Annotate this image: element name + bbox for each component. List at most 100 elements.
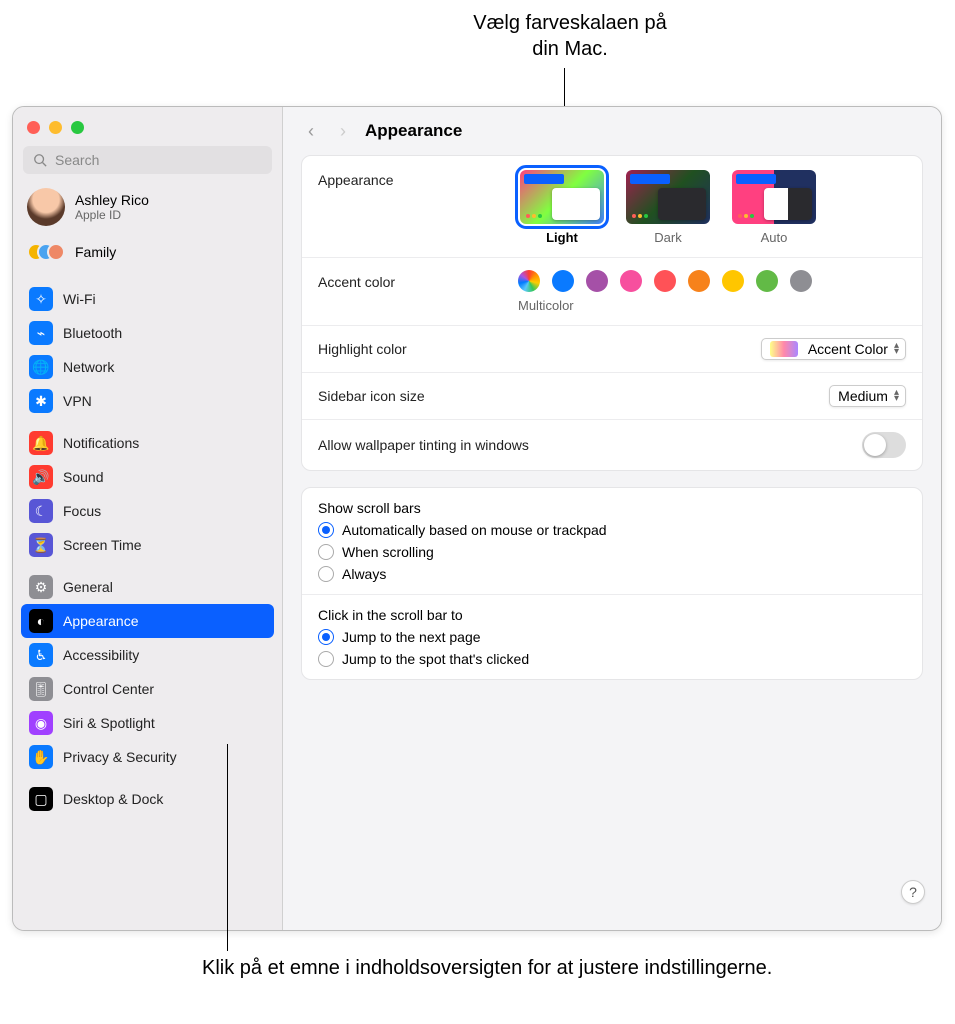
avatar	[27, 188, 65, 226]
sidebar-item-label: General	[63, 579, 113, 595]
radio-option[interactable]: Jump to the next page	[318, 629, 906, 645]
sidebar-item-sound[interactable]: 🔊 Sound	[21, 460, 274, 494]
accent-color-8e8e93[interactable]	[790, 270, 812, 292]
sidebar-size-popup[interactable]: Medium ▴▾	[829, 385, 906, 407]
radio-button	[318, 629, 334, 645]
sidebar-item-label: Appearance	[63, 613, 139, 629]
sidebar-item-appearance[interactable]: ◐Appearance	[21, 604, 274, 638]
sidebar-item-label: VPN	[63, 393, 92, 409]
accent-color-ff5257[interactable]	[654, 270, 676, 292]
radio-option[interactable]: When scrolling	[318, 544, 906, 560]
radio-option[interactable]: Always	[318, 566, 906, 582]
highlight-swatch	[770, 341, 798, 357]
appearance-option-auto[interactable]: Auto	[730, 168, 818, 245]
main-pane: ‹ › Appearance Appearance LightDarkAuto …	[283, 107, 941, 930]
sidebar-icon: ⌁	[29, 321, 53, 345]
header: ‹ › Appearance	[283, 107, 941, 155]
appearance-thumb	[624, 168, 712, 226]
chevron-updown-icon: ▴▾	[894, 390, 899, 402]
radio-button	[318, 651, 334, 667]
search-input[interactable]: Search	[23, 146, 272, 174]
sidebar-icon: 🔊	[29, 465, 53, 489]
accent-selected-label: Multicolor	[518, 298, 906, 313]
settings-window: Search Ashley Rico Apple ID Family ✧ Wi-F…	[12, 106, 942, 931]
callout-top-text: Vælg farveskalaen på din Mac.	[470, 10, 670, 62]
maximize-button[interactable]	[71, 121, 84, 134]
sidebar-item-label: Sound	[63, 469, 103, 485]
sidebar-item-notifications[interactable]: 🔔Notifications	[21, 426, 274, 460]
search-icon	[33, 153, 47, 167]
sidebar-item-label: Wi-Fi	[63, 291, 96, 307]
accent-color-ffc600[interactable]	[722, 270, 744, 292]
sidebar-item-vpn[interactable]: ✱VPN	[21, 384, 274, 418]
sidebar-item-siri-spotlight[interactable]: ◉Siri & Spotlight	[21, 706, 274, 740]
sidebar-item-bluetooth[interactable]: ⌁Bluetooth	[21, 316, 274, 350]
window-controls	[13, 107, 282, 140]
page-title: Appearance	[365, 121, 462, 141]
radio-label: Always	[342, 566, 386, 582]
sidebar-item-desktop-dock[interactable]: ▢ Desktop & Dock	[21, 782, 274, 816]
sidebar-item-general[interactable]: ⚙ General	[21, 570, 274, 604]
tinting-label: Allow wallpaper tinting in windows	[318, 437, 862, 453]
sidebar-item-label: Privacy & Security	[63, 749, 177, 765]
radio-button	[318, 544, 334, 560]
sidebar-icon: ♿︎	[29, 643, 53, 667]
sidebar-item-label: Screen Time	[63, 537, 142, 553]
sidebar-item-label: Accessibility	[63, 647, 139, 663]
sidebar-size-label: Sidebar icon size	[318, 388, 829, 404]
back-button[interactable]: ‹	[301, 121, 321, 141]
radio-button	[318, 522, 334, 538]
close-button[interactable]	[27, 121, 40, 134]
forward-button[interactable]: ›	[333, 121, 353, 141]
accent-color-0a7aff[interactable]	[552, 270, 574, 292]
sidebar-item-network[interactable]: 🌐Network	[21, 350, 274, 384]
sidebar-icon: ▢	[29, 787, 53, 811]
appearance-option-dark[interactable]: Dark	[624, 168, 712, 245]
appearance-option-light[interactable]: Light	[518, 168, 606, 245]
appearance-thumb	[730, 168, 818, 226]
accent-color-a550a7[interactable]	[586, 270, 608, 292]
sidebar-item-screen-time[interactable]: ⏳ Screen Time	[21, 528, 274, 562]
family-label: Family	[75, 244, 116, 260]
appearance-option-label: Dark	[624, 230, 712, 245]
sidebar-item-privacy-security[interactable]: ✋Privacy & Security	[21, 740, 274, 774]
appearance-option-label: Auto	[730, 230, 818, 245]
appearance-panel: Appearance LightDarkAuto Accent color Mu…	[301, 155, 923, 471]
accent-color-options	[518, 270, 906, 292]
minimize-button[interactable]	[49, 121, 62, 134]
scroll-panel: Show scroll bars Automatically based on …	[301, 487, 923, 680]
sidebar-item-focus[interactable]: ☾Focus	[21, 494, 274, 528]
sidebar-icon: ⏳	[29, 533, 53, 557]
scrollbars-title: Show scroll bars	[318, 500, 906, 516]
accent-color-f7821b[interactable]	[688, 270, 710, 292]
sidebar-item-wi-fi[interactable]: ✧ Wi-Fi	[21, 282, 274, 316]
sidebar-item-control-center[interactable]: 🎚Control Center	[21, 672, 274, 706]
appearance-options: Light Dark Auto	[518, 168, 906, 245]
appearance-thumb	[518, 168, 606, 226]
user-name: Ashley Rico	[75, 192, 149, 208]
user-account-row[interactable]: Ashley Rico Apple ID	[13, 184, 282, 234]
sidebar-size-value: Medium	[838, 388, 888, 404]
tinting-toggle[interactable]	[862, 432, 906, 458]
radio-option[interactable]: Automatically based on mouse or trackpad	[318, 522, 906, 538]
sidebar-icon: ⚙	[29, 575, 53, 599]
appearance-option-label: Light	[518, 230, 606, 245]
chevron-updown-icon: ▴▾	[894, 343, 899, 355]
family-row[interactable]: Family	[13, 234, 282, 274]
radio-option[interactable]: Jump to the spot that's clicked	[318, 651, 906, 667]
sidebar-icon: ✧	[29, 287, 53, 311]
help-button[interactable]: ?	[901, 880, 925, 904]
radio-label: Jump to the spot that's clicked	[342, 651, 529, 667]
highlight-label: Highlight color	[318, 341, 761, 357]
sidebar-item-accessibility[interactable]: ♿︎ Accessibility	[21, 638, 274, 672]
accent-color-62ba46[interactable]	[756, 270, 778, 292]
accent-color-f74f9e[interactable]	[620, 270, 642, 292]
family-icon	[27, 240, 65, 264]
highlight-popup[interactable]: Accent Color ▴▾	[761, 338, 906, 360]
sidebar-item-label: Desktop & Dock	[63, 791, 163, 807]
radio-button	[318, 566, 334, 582]
appearance-label: Appearance	[318, 168, 518, 188]
accent-color-multicolor[interactable]	[518, 270, 540, 292]
radio-label: Automatically based on mouse or trackpad	[342, 522, 607, 538]
scrollbars-options: Automatically based on mouse or trackpad…	[318, 522, 906, 582]
